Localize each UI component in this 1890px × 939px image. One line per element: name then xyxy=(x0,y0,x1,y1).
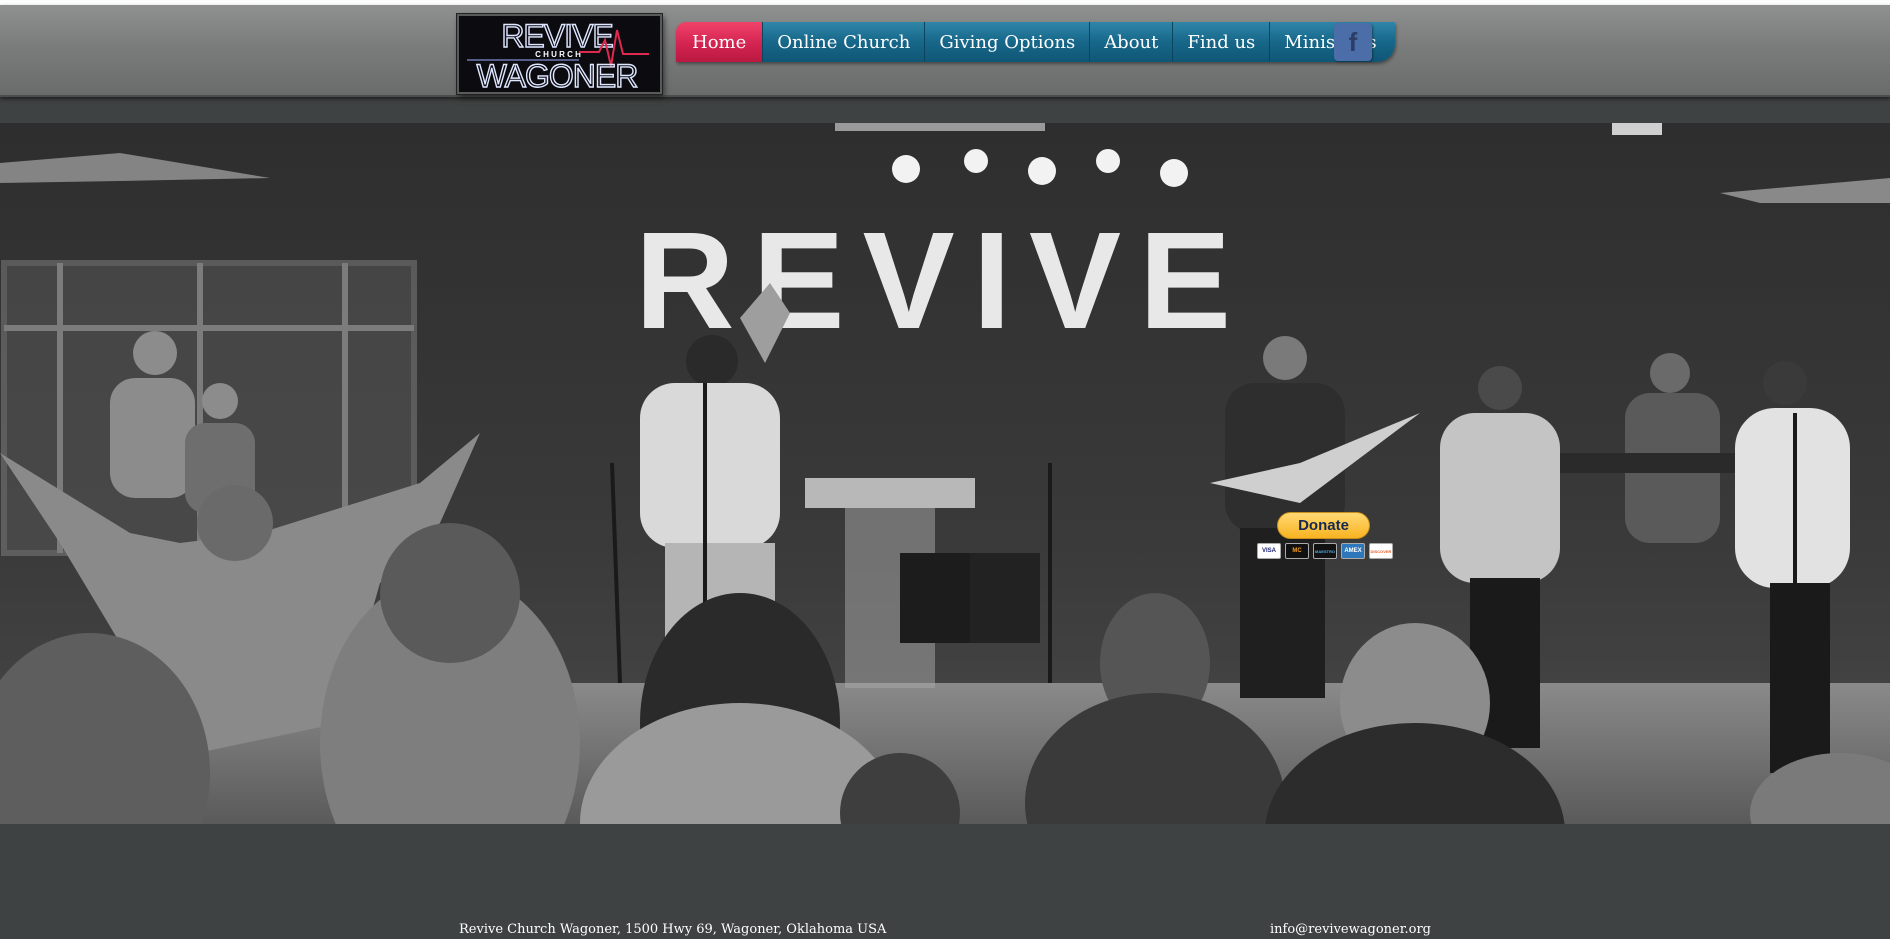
amex-card-icon: AMEX xyxy=(1341,543,1365,559)
payment-cards: VISA MC MAESTRO AMEX DISCOVER xyxy=(1257,543,1393,559)
mastercard-icon: MC xyxy=(1285,543,1309,559)
hero-photo: REVIVE Donate VISA MC MAESTRO AMEX DISCO… xyxy=(0,123,1890,824)
site-logo[interactable]: REVIVE C H U R C H WAGONER xyxy=(457,14,662,94)
nav-ministries[interactable]: Ministries xyxy=(1269,22,1395,62)
discover-card-icon: DISCOVER xyxy=(1369,543,1393,559)
donate-button[interactable]: Donate xyxy=(1277,512,1370,539)
nav-find-us[interactable]: Find us xyxy=(1172,22,1270,62)
nav-home[interactable]: Home xyxy=(676,22,763,62)
logo-graphic: REVIVE C H U R C H WAGONER xyxy=(467,17,649,92)
worship-band-photo: REVIVE xyxy=(0,123,1890,824)
visa-card-icon: VISA xyxy=(1257,543,1281,559)
nav-giving-options[interactable]: Giving Options xyxy=(924,22,1090,62)
footer-email-link[interactable]: info@revivewagoner.org xyxy=(1270,922,1431,937)
nav-online-church[interactable]: Online Church xyxy=(762,22,925,62)
stage-sign-text: REVIVE xyxy=(635,204,1249,358)
facebook-icon[interactable]: f xyxy=(1334,23,1372,61)
facebook-glyph: f xyxy=(1348,26,1358,57)
paypal-donate: Donate VISA MC MAESTRO AMEX DISCOVER xyxy=(1257,512,1393,562)
main-nav: Home Online Church Giving Options About … xyxy=(676,22,1395,62)
site-header: REVIVE C H U R C H WAGONER Home Online C… xyxy=(0,5,1890,97)
footer-address: Revive Church Wagoner, 1500 Hwy 69, Wago… xyxy=(459,922,887,937)
nav-about[interactable]: About xyxy=(1089,22,1173,62)
maestro-card-icon: MAESTRO xyxy=(1313,543,1337,559)
logo-line-revive: REVIVE xyxy=(501,18,612,54)
logo-line-wagoner: WAGONER xyxy=(477,58,638,92)
